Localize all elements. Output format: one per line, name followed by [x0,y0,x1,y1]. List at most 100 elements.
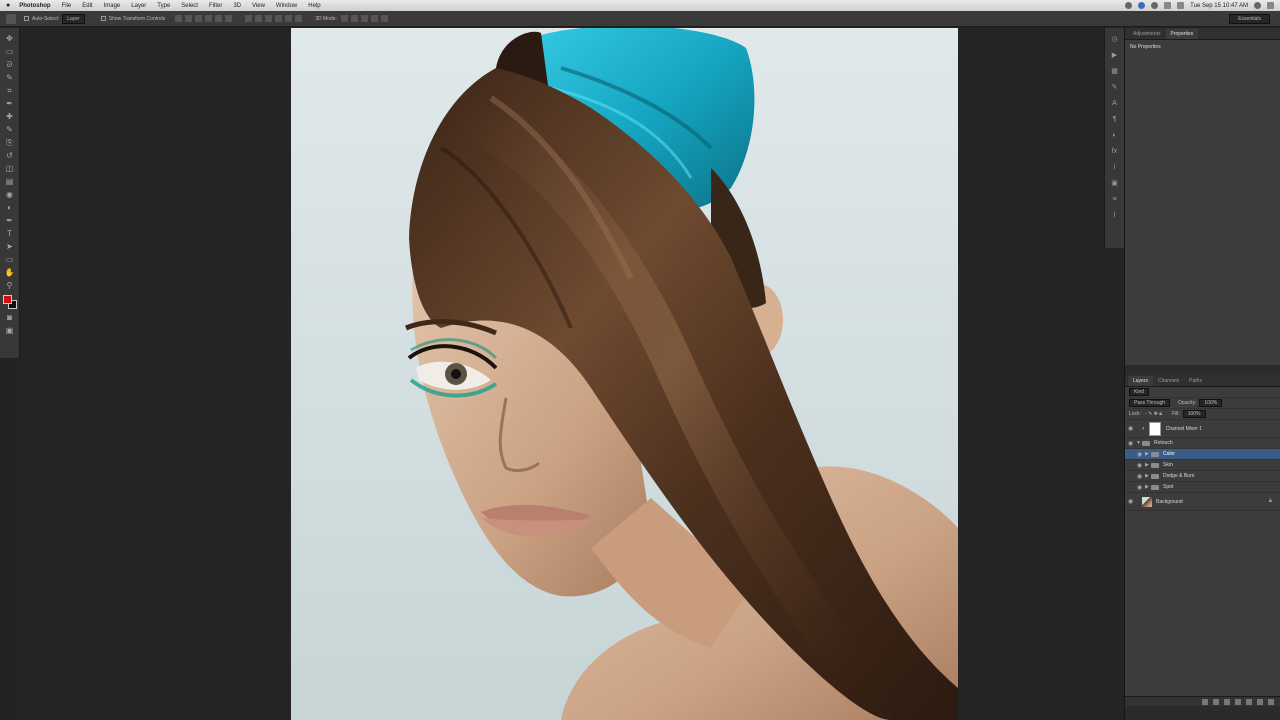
dropbox-icon[interactable] [1125,2,1133,9]
paths-icon[interactable]: ⌇ [1110,212,1119,220]
notification-center-icon[interactable] [1267,2,1274,9]
info-icon[interactable]: i [1110,164,1119,172]
blur-tool-icon[interactable]: ◉ [5,190,15,200]
spotlight-icon[interactable] [1254,2,1261,9]
new-adjustment-icon[interactable] [1235,698,1241,705]
distribute-right-icon[interactable] [295,15,303,22]
gradient-tool-icon[interactable]: ▤ [5,177,15,187]
menu-file[interactable]: File [62,3,72,9]
new-group-icon[interactable] [1246,698,1252,705]
distribute-left-icon[interactable] [275,15,283,22]
quick-mask-icon[interactable]: ◙ [5,313,15,323]
paragraph-icon[interactable]: ¶ [1110,116,1119,124]
dodge-tool-icon[interactable]: ◐ [5,203,15,213]
menu-view[interactable]: View [252,3,265,9]
tab-properties[interactable]: Properties [1165,29,1199,39]
menu-clock[interactable]: Tue Sep 15 10:47 AM [1190,3,1248,9]
volume-icon[interactable] [1164,2,1172,9]
align-vcenter-icon[interactable] [185,15,193,22]
document-canvas-area[interactable] [21,28,1104,720]
healing-tool-icon[interactable]: ✚ [5,112,15,122]
marquee-tool-icon[interactable]: ▭ [5,47,15,57]
layer-row-skin-group[interactable]: ◉ ▶ Skin [1125,460,1280,471]
path-select-tool-icon[interactable]: ➤ [5,242,15,252]
tab-channels[interactable]: Channels [1153,376,1184,386]
foreground-color-swatch[interactable] [2,295,12,304]
add-mask-icon[interactable] [1224,698,1230,705]
pen-tool-icon[interactable]: ✒ [5,216,15,226]
visibility-eye-icon[interactable]: ◉ [1137,451,1145,458]
menu-edit[interactable]: Edit [82,3,92,9]
move-tool-icon[interactable]: ✥ [5,34,15,44]
zoom-tool-icon[interactable]: ⚲ [5,281,15,291]
3d-rotate-icon[interactable] [340,15,348,22]
align-hcenter-icon[interactable] [215,15,223,22]
styles-icon[interactable]: fx [1110,148,1119,156]
3d-pan-icon[interactable] [360,15,368,22]
visibility-eye-icon[interactable]: ◉ [1128,440,1136,447]
battery-icon[interactable] [1177,2,1185,9]
crop-tool-icon[interactable]: ⌗ [5,86,15,96]
adjustments-icon[interactable]: ◐ [1110,132,1119,140]
layer-mask-thumbnail[interactable] [1148,421,1161,436]
shape-tool-icon[interactable]: ▭ [5,255,15,265]
opacity-field[interactable]: 100% [1199,399,1223,407]
apple-menu-icon[interactable]: ● [6,2,10,9]
distribute-top-icon[interactable] [245,15,253,22]
layer-name[interactable]: Retouch [1154,440,1173,446]
distribute-vcenter-icon[interactable] [255,15,263,22]
align-left-icon[interactable] [205,15,213,22]
clone-stamp-tool-icon[interactable]: ⎘ [5,138,15,148]
layer-name[interactable]: Skin [1163,462,1173,468]
new-layer-icon[interactable] [1257,698,1263,705]
fill-field[interactable]: 100% [1182,410,1206,418]
visibility-eye-icon[interactable]: ◉ [1137,473,1145,480]
distribute-hcenter-icon[interactable] [285,15,293,22]
quick-select-tool-icon[interactable]: ✎ [5,73,15,83]
layer-name[interactable]: Background [1156,499,1183,505]
align-bottom-icon[interactable] [195,15,203,22]
layer-row-dodge-burn-group[interactable]: ◉ ▶ Dodge & Burn [1125,471,1280,482]
tab-paths[interactable]: Paths [1184,376,1207,386]
history-icon[interactable]: ◷ [1110,36,1119,44]
layer-name[interactable]: Spot [1163,484,1173,490]
tab-adjustments[interactable]: Adjustments [1128,29,1166,39]
brush-preset-icon[interactable]: ✎ [1110,84,1119,92]
menu-window[interactable]: Window [276,3,297,9]
navigator-icon[interactable]: ▣ [1110,180,1119,188]
delete-layer-icon[interactable] [1268,698,1274,705]
visibility-eye-icon[interactable]: ◉ [1128,425,1136,432]
document-image[interactable] [291,28,958,720]
wifi-icon[interactable] [1138,2,1146,9]
align-right-icon[interactable] [225,15,233,22]
layer-kind-filter[interactable]: Kind [1129,388,1150,396]
tab-layers[interactable]: Layers [1128,376,1154,386]
layer-row-channel-mixer[interactable]: ◉ ◐ Channel Mixer 1 [1125,420,1280,438]
workspace-switcher[interactable]: Essentials [1229,13,1270,24]
visibility-eye-icon[interactable]: ◉ [1128,498,1136,505]
3d-roll-icon[interactable] [350,15,358,22]
link-layers-icon[interactable] [1202,698,1208,705]
lasso-tool-icon[interactable]: ᘐ [5,60,15,70]
menu-image[interactable]: Image [104,3,121,9]
menu-3d[interactable]: 3D [233,3,241,9]
brush-tool-icon[interactable]: ✎ [5,125,15,135]
channels-icon[interactable]: ≡ [1110,196,1119,204]
visibility-eye-icon[interactable]: ◉ [1137,484,1145,491]
swatches-icon[interactable]: ▦ [1110,68,1119,76]
menu-help[interactable]: Help [308,3,320,9]
character-icon[interactable]: A [1110,100,1119,108]
panel-divider[interactable] [1125,365,1280,375]
menu-type[interactable]: Type [157,3,170,9]
layer-row-spot-group[interactable]: ◉ ▶ Spot [1125,482,1280,493]
hand-tool-icon[interactable]: ✋ [5,268,15,278]
eyedropper-tool-icon[interactable]: ✒ [5,99,15,109]
distribute-bottom-icon[interactable] [265,15,273,22]
layer-row-retouch-group[interactable]: ◉ ▼ Retouch [1125,438,1280,449]
move-tool-preset-icon[interactable] [6,13,16,24]
menu-app-name[interactable]: Photoshop [19,3,50,9]
layer-name[interactable]: Channel Mixer 1 [1166,426,1202,432]
layer-name[interactable]: Dodge & Burn [1163,473,1194,479]
screen-mode-icon[interactable]: ▣ [5,326,15,336]
auto-select-checkbox[interactable] [24,16,29,21]
